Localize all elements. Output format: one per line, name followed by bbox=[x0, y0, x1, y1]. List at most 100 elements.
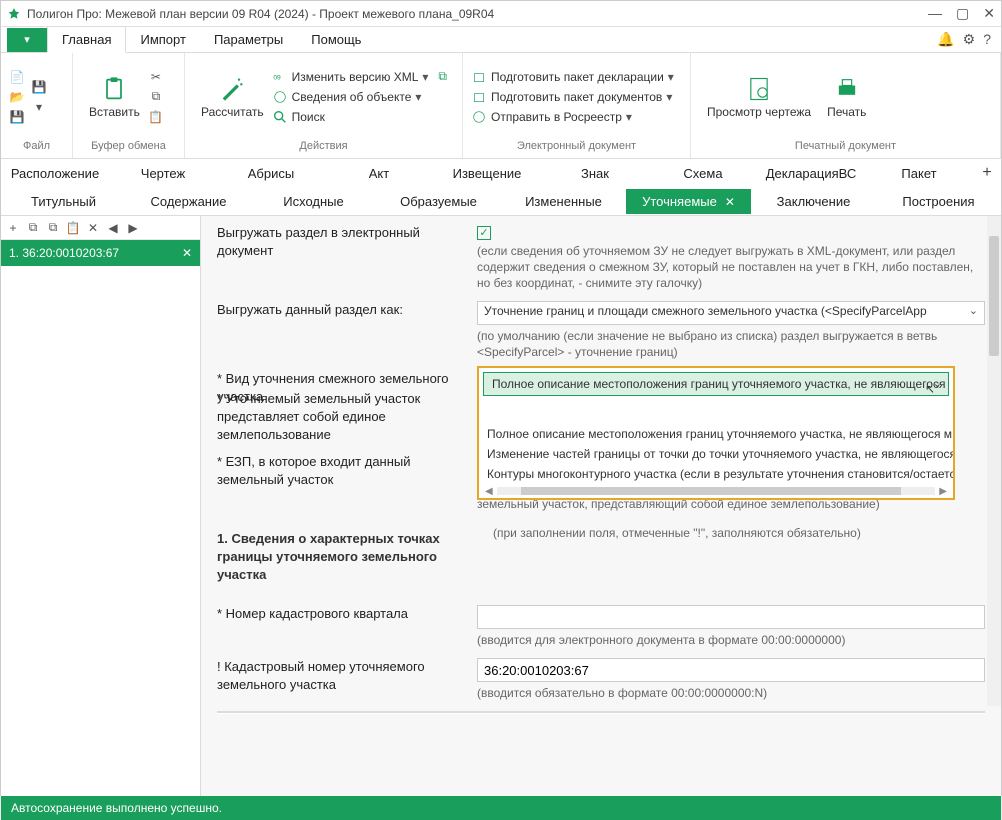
points-toolbar: ⇤ ☰ ✨ ✎ • ⬠ ⧉ ⧉ 📋 📋 ✂ 🗑 bbox=[217, 712, 605, 714]
hint-export-as: (по умолчанию (если значение не выбрано … bbox=[477, 328, 985, 360]
hint-section1: (при заполнении поля, отмеченные "!", за… bbox=[493, 525, 985, 541]
new-icon[interactable]: 📄 bbox=[9, 69, 25, 85]
edit-xml-button[interactable]: 09 Изменить версию XML▾ ⧉ bbox=[272, 69, 447, 85]
tab-contents[interactable]: Содержание bbox=[126, 189, 251, 214]
tab-changed[interactable]: Измененные bbox=[501, 189, 626, 214]
tab-constructions[interactable]: Построения bbox=[876, 189, 1001, 214]
bell-icon[interactable]: 🔔 bbox=[937, 31, 954, 48]
tab-params[interactable]: Параметры bbox=[200, 27, 297, 52]
dropdown-kind-selected[interactable]: Полное описание местоположения границ ут… bbox=[483, 372, 949, 396]
select-export-as[interactable]: Уточнение границ и площади смежного земе… bbox=[477, 301, 985, 325]
grid-toolbar: ▦ ⊞ ⊟ ⧉ ↑ ↓ ▭ bbox=[605, 712, 985, 714]
tab-sign[interactable]: Знак bbox=[541, 161, 649, 186]
chevron-down-icon[interactable]: ▾ bbox=[31, 99, 47, 115]
add-tab-button[interactable]: + bbox=[973, 164, 1001, 182]
tree-toolbar: + ⧉ ⧉ 📋 ✕ ◀ ▶ bbox=[1, 216, 200, 240]
tab-import[interactable]: Импорт bbox=[126, 27, 199, 52]
pack-decl-button[interactable]: Подготовить пакет декларации▾ bbox=[471, 69, 674, 85]
label-kind: * Вид уточнения смежного земельного учас… bbox=[217, 370, 461, 510]
dropdown-kind-option[interactable]: Полное описание местоположения границ ут… bbox=[479, 424, 953, 444]
tab-act[interactable]: Акт bbox=[325, 161, 433, 186]
maximize-icon[interactable]: ▢ bbox=[956, 5, 969, 22]
minimize-icon[interactable]: — bbox=[928, 5, 942, 22]
tab-help[interactable]: Помощь bbox=[297, 27, 375, 52]
search-button[interactable]: Поиск bbox=[272, 109, 447, 125]
bottom-panel: ⇤ ☰ ✨ ✎ • ⬠ ⧉ ⧉ 📋 📋 ✂ 🗑 bbox=[217, 711, 985, 714]
tree-add-icon[interactable]: + bbox=[5, 220, 21, 236]
gear-icon[interactable]: ⚙ bbox=[963, 31, 976, 48]
save-as-icon[interactable]: 💾 bbox=[9, 109, 25, 125]
section-heading-1: 1. Сведения о характерных точках границы… bbox=[217, 530, 477, 583]
tab-formed[interactable]: Образуемые bbox=[376, 189, 501, 214]
cut-icon[interactable]: ✂ bbox=[148, 69, 164, 85]
copy-icon[interactable]: ⧉ bbox=[148, 89, 164, 105]
tab-location[interactable]: Расположение bbox=[1, 161, 109, 186]
paste-small-icon[interactable]: 📋 bbox=[148, 109, 164, 125]
checkbox-export[interactable]: ✓ bbox=[477, 226, 491, 240]
preview-icon bbox=[745, 75, 773, 103]
file-menu-button[interactable]: ▾ bbox=[7, 28, 47, 52]
paste-button[interactable]: Вставить bbox=[81, 71, 148, 123]
tab-notice[interactable]: Извещение bbox=[433, 161, 541, 186]
tab-title[interactable]: Титульный bbox=[1, 189, 126, 214]
input-cad-num[interactable] bbox=[477, 658, 985, 682]
tab-scheme[interactable]: Схема bbox=[649, 161, 757, 186]
tree-copy-icon[interactable]: ⧉ bbox=[25, 220, 41, 236]
ribbon-group-actions: Действия bbox=[185, 140, 462, 158]
tab-main[interactable]: Главная bbox=[47, 26, 126, 53]
window-controls: — ▢ ✕ bbox=[928, 5, 995, 22]
tree-paste-icon[interactable]: 📋 bbox=[65, 220, 81, 236]
globe-icon bbox=[272, 89, 288, 105]
view-drawing-button[interactable]: Просмотр чертежа bbox=[699, 71, 819, 123]
tab-declvs[interactable]: ДекларацияВС bbox=[757, 161, 865, 186]
tree-delete-icon[interactable]: ✕ bbox=[85, 220, 101, 236]
ribbon-group-edoc: Электронный документ bbox=[463, 140, 690, 158]
label-export-section: Выгружать раздел в электронный документ bbox=[217, 224, 461, 291]
label-cad-num: ! Кадастровый номер уточняемого земельно… bbox=[217, 658, 461, 701]
extra-icon[interactable]: ⧉ bbox=[438, 69, 447, 84]
calc-button[interactable]: Рассчитать bbox=[193, 71, 272, 123]
dropdown-kind[interactable]: Полное описание местоположения границ ут… bbox=[477, 366, 955, 500]
ribbon-group-print: Печатный документ bbox=[691, 140, 1000, 158]
svg-text:09: 09 bbox=[273, 74, 281, 81]
scroll-right-icon[interactable]: ▶ bbox=[939, 486, 947, 497]
print-button[interactable]: Печать bbox=[819, 71, 874, 123]
send-icon bbox=[471, 109, 487, 125]
clipboard-icon bbox=[100, 75, 128, 103]
form-scrollbar[interactable] bbox=[987, 216, 1001, 706]
tab-sources[interactable]: Исходные bbox=[251, 189, 376, 214]
open-icon[interactable]: 📂 bbox=[9, 89, 25, 105]
help-icon[interactable]: ? bbox=[983, 31, 991, 48]
tab-conclusion[interactable]: Заключение bbox=[751, 189, 876, 214]
dropdown-kind-option[interactable]: Изменение частей границы от точки до точ… bbox=[479, 444, 953, 464]
close-tab-icon[interactable]: ✕ bbox=[725, 195, 735, 209]
send-ros-button[interactable]: Отправить в Росреестр▾ bbox=[471, 109, 674, 125]
tab-specified[interactable]: Уточняемые✕ bbox=[626, 189, 751, 214]
tree-right-icon[interactable]: ▶ bbox=[125, 220, 141, 236]
dropdown-hscroll[interactable]: ◀ ▶ bbox=[479, 484, 953, 498]
app-icon bbox=[7, 7, 21, 21]
statusbar: Автосохранение выполнено успешно. bbox=[1, 796, 1001, 820]
form-area: Выгружать раздел в электронный документ … bbox=[201, 216, 1001, 796]
tab-package[interactable]: Пакет bbox=[865, 161, 973, 186]
cursor-icon: ↖ bbox=[925, 382, 935, 396]
save-icon[interactable]: 💾 bbox=[31, 79, 47, 95]
tree-item-close-icon[interactable]: ✕ bbox=[182, 246, 192, 260]
dropdown-kind-option[interactable]: Контуры многоконтурного участка (если в … bbox=[479, 464, 953, 484]
titlebar: Полигон Про: Межевой план версии 09 R04 … bbox=[1, 1, 1001, 27]
pack-docs-button[interactable]: Подготовить пакет документов▾ bbox=[471, 89, 674, 105]
tree-copy2-icon[interactable]: ⧉ bbox=[45, 220, 61, 236]
package-icon bbox=[471, 69, 487, 85]
scroll-left-icon[interactable]: ◀ bbox=[485, 486, 493, 497]
label-cad-quarter: * Номер кадастрового квартала bbox=[217, 605, 461, 648]
hint-cad-num: (вводится обязательно в формате 00:00:00… bbox=[477, 685, 985, 701]
package-icon bbox=[471, 89, 487, 105]
tab-abris[interactable]: Абрисы bbox=[217, 161, 325, 186]
close-icon[interactable]: ✕ bbox=[983, 5, 995, 22]
tab-drawing[interactable]: Чертеж bbox=[109, 161, 217, 186]
tree-left-icon[interactable]: ◀ bbox=[105, 220, 121, 236]
input-cad-quarter[interactable] bbox=[477, 605, 985, 629]
tree-item-selected[interactable]: 1. 36:20:0010203:67 ✕ bbox=[1, 240, 200, 266]
obj-info-button[interactable]: Сведения об объекте▾ bbox=[272, 89, 447, 105]
status-text: Автосохранение выполнено успешно. bbox=[11, 801, 222, 815]
